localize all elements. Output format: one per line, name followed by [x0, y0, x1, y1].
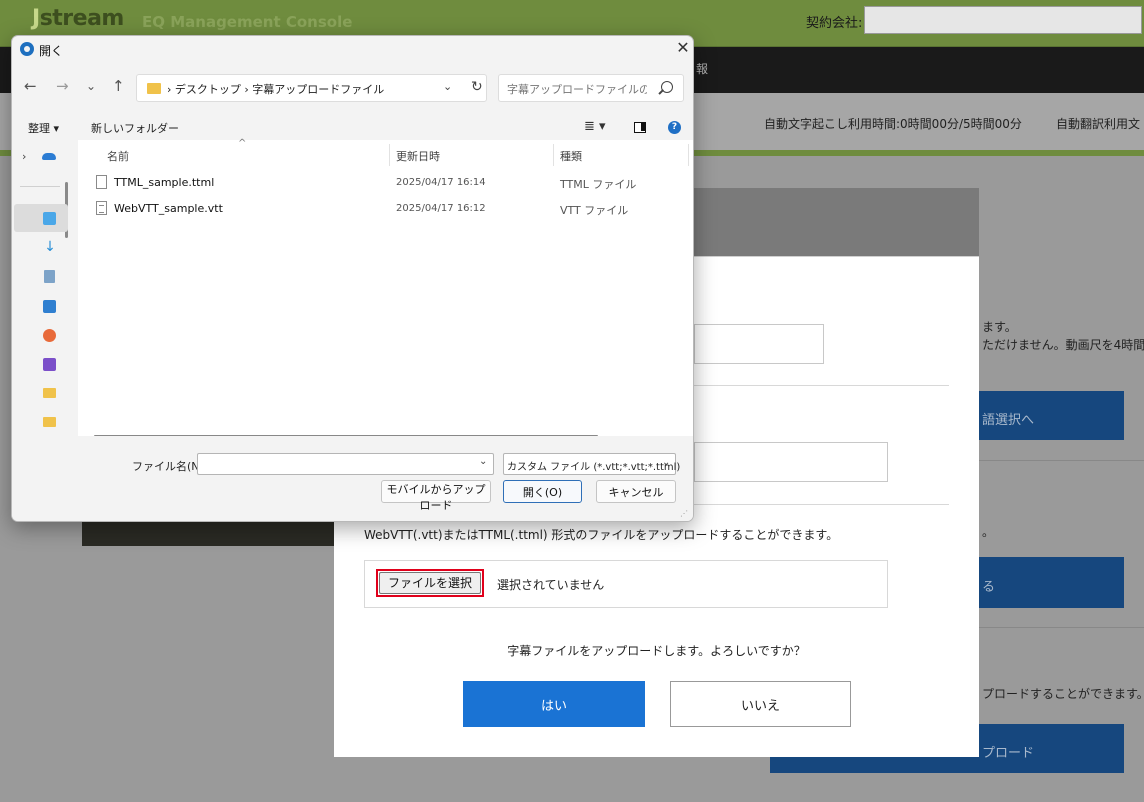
preview-pane-icon[interactable]	[634, 122, 646, 133]
file-type: VTT ファイル	[560, 204, 629, 217]
highlight-box: ファイルを選択	[376, 569, 485, 597]
translation-usage-text: 自動翻訳利用文	[1056, 117, 1141, 131]
background-note: プロードすることができます。	[982, 687, 1144, 701]
filetype-select[interactable]: カスタム ファイル (*.vtt;*.vtt;*.ttml) ⌄	[503, 453, 680, 475]
edge-icon	[20, 42, 34, 56]
column-divider[interactable]	[553, 144, 554, 166]
file-icon	[96, 175, 107, 189]
download-icon[interactable]: ↓	[43, 240, 57, 256]
nav-item-partial[interactable]: 報	[696, 60, 708, 77]
column-header-type[interactable]: 種類	[560, 148, 582, 164]
modal-field[interactable]	[694, 442, 888, 482]
file-row[interactable]: TTML_sample.ttml 2025/04/17 16:14 TTML フ…	[78, 171, 688, 195]
open-file-dialog: 開く ✕ ← → ⌄ ↑ › デスクトップ › 字幕アップロードファイル ⌄ ↻…	[11, 35, 694, 522]
file-type: TTML ファイル	[560, 178, 637, 191]
pictures-icon[interactable]	[43, 300, 56, 313]
file-date: 2025/04/17 16:12	[396, 203, 486, 214]
filename-input[interactable]	[202, 457, 472, 471]
folder-icon	[147, 83, 161, 94]
chevron-right-icon[interactable]: ›	[22, 150, 26, 163]
help-icon[interactable]: ?	[668, 121, 681, 134]
file-date: 2025/04/17 16:14	[396, 177, 486, 188]
resize-grip-icon[interactable]: ⋰	[680, 508, 692, 520]
close-icon[interactable]: ✕	[674, 38, 692, 58]
background-note: ただけません。動画尺を4時間未	[982, 338, 1144, 352]
filename-field: ⌄	[197, 453, 494, 475]
music-icon[interactable]	[43, 329, 56, 342]
file-input-box: ファイルを選択 選択されていません	[364, 560, 888, 608]
new-folder-button[interactable]: 新しいフォルダー	[91, 120, 179, 136]
divider	[20, 186, 60, 187]
filetype-selected: カスタム ファイル (*.vtt;*.vtt;*.ttml)	[507, 462, 681, 473]
background-note: ます。	[982, 320, 1017, 334]
organize-menu[interactable]: 整理 ▾	[28, 120, 59, 136]
background-note: 。	[982, 525, 995, 539]
column-divider[interactable]	[389, 144, 390, 166]
address-bar[interactable]: › デスクトップ › 字幕アップロードファイル ⌄ ↻	[136, 74, 487, 102]
open-button[interactable]: 開く(O)	[503, 480, 582, 503]
dialog-footer: ファイル名(N): ⌄ カスタム ファイル (*.vtt;*.vtt;*.ttm…	[12, 436, 693, 521]
chevron-down-icon[interactable]: ⌄	[443, 80, 452, 93]
format-info-text: WebVTT(.vtt)またはTTML(.ttml) 形式のファイルをアップロー…	[364, 528, 839, 542]
back-arrow-icon[interactable]: ←	[24, 77, 37, 95]
view-options-icon[interactable]: ≣ ▾	[584, 119, 606, 134]
command-bar: 整理 ▾ 新しいフォルダー ≣ ▾ ?	[12, 116, 693, 140]
folder-icon[interactable]	[43, 388, 56, 398]
breadcrumb[interactable]: › デスクトップ › 字幕アップロードファイル	[167, 81, 384, 97]
file-status-text: 選択されていません	[497, 578, 605, 592]
chevron-down-icon: ⌄	[662, 457, 671, 468]
chevron-down-icon[interactable]: ⌄	[479, 456, 487, 467]
recent-locations-chevron-icon[interactable]: ⌄	[86, 79, 96, 93]
background-upload-button-label: プロード	[982, 746, 1035, 761]
search-box	[498, 74, 684, 102]
modal-field[interactable]	[694, 324, 824, 364]
cancel-button[interactable]: キャンセル	[596, 480, 676, 503]
yes-button[interactable]: はい	[463, 681, 645, 727]
choose-file-button[interactable]: ファイルを選択	[379, 572, 482, 594]
sort-ascending-icon: ^	[238, 138, 247, 149]
onedrive-icon[interactable]	[42, 153, 56, 160]
no-button[interactable]: いいえ	[670, 681, 851, 727]
column-header-name[interactable]: 名前	[107, 148, 129, 164]
navigation-pane: › ↓	[12, 140, 74, 436]
transcription-usage-text: 自動文字起こし利用時間:0時間00分/5時間00分	[764, 117, 1022, 131]
column-header-date[interactable]: 更新日時	[396, 148, 440, 164]
file-name: WebVTT_sample.vtt	[114, 202, 223, 215]
file-list-pane: 名前 ^ 更新日時 種類 TTML_sample.ttml 2025/04/17…	[78, 138, 693, 437]
company-label: 契約会社:	[806, 16, 863, 31]
documents-icon[interactable]	[44, 270, 55, 283]
videos-icon[interactable]	[43, 358, 56, 371]
company-input[interactable]	[864, 6, 1142, 34]
confirm-text: 字幕ファイルをアップロードします。よろしいですか？	[507, 644, 806, 658]
background-action-button-label: る	[982, 580, 996, 595]
file-name: TTML_sample.ttml	[114, 176, 215, 189]
search-icon[interactable]	[661, 81, 673, 93]
desktop-icon[interactable]	[43, 212, 56, 225]
file-row[interactable]: WebVTT_sample.vtt 2025/04/17 16:12 VTT フ…	[78, 197, 688, 221]
console-subtitle: EQ Management Console	[142, 13, 353, 31]
text-file-icon	[96, 201, 107, 215]
forward-arrow-icon[interactable]: →	[56, 77, 69, 95]
up-arrow-icon[interactable]: ↑	[112, 77, 125, 95]
jstream-logo: Jstream	[32, 6, 124, 31]
search-input[interactable]	[507, 81, 647, 97]
folder-icon[interactable]	[43, 417, 56, 427]
upload-from-mobile-button[interactable]: モバイルからアップロード	[381, 480, 491, 512]
dialog-title: 開く	[39, 44, 64, 58]
refresh-icon[interactable]: ↻	[471, 79, 483, 95]
column-divider[interactable]	[688, 144, 689, 166]
nav-selection-highlight	[14, 204, 68, 232]
language-select-button-label: 語選択へ	[982, 413, 1035, 428]
